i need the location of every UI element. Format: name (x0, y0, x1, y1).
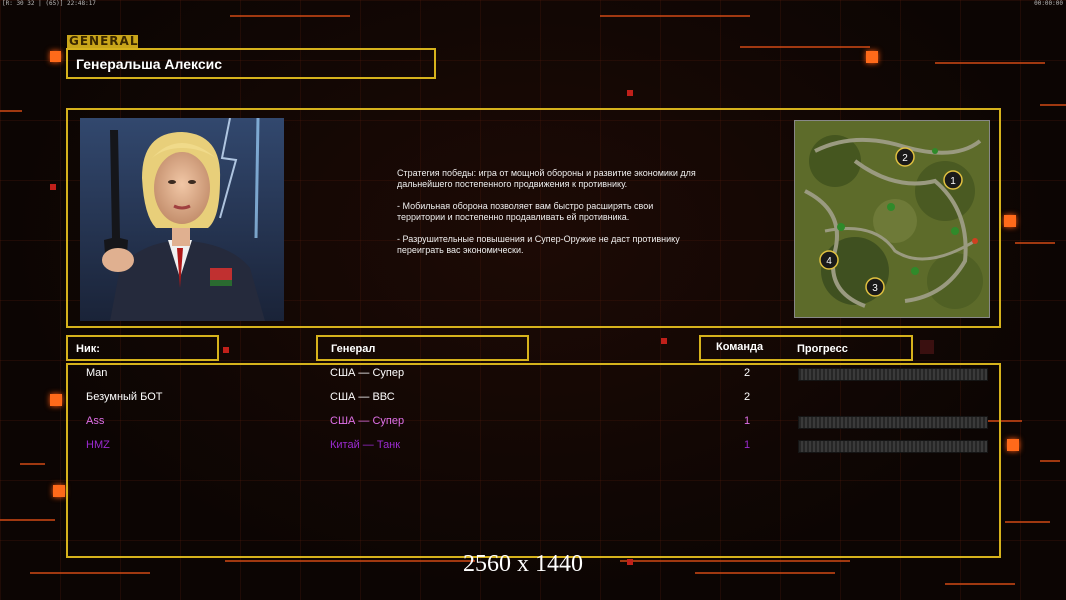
column-header-label: Прогресс (797, 343, 848, 355)
column-header-general: Генерал (316, 335, 529, 361)
minimap-marker: 1 (950, 176, 956, 187)
column-header-label: Команда (716, 341, 764, 353)
general-portrait (80, 118, 284, 321)
column-header-team: Команда Прогресс (699, 335, 913, 361)
deco-line (225, 560, 475, 562)
deco-line (935, 62, 1045, 64)
general-tag: GENERAL (67, 34, 139, 48)
minimap-marker: 2 (902, 153, 908, 164)
strategy-line: - Разрушительные повышения и Супер-Оружи… (397, 233, 680, 256)
player-nick: Ass (86, 415, 105, 427)
player-team: 1 (744, 439, 751, 451)
deco-square (661, 338, 667, 344)
column-header-label: Генерал (331, 343, 376, 355)
player-team: 2 (744, 391, 751, 403)
deco-square (53, 485, 65, 497)
general-name: Генеральша Алексис (76, 56, 223, 72)
deco-square (223, 347, 229, 353)
player-progress-bar (798, 368, 988, 381)
player-team: 1 (744, 415, 751, 427)
deco-line (20, 463, 45, 465)
player-nick: Безумный БОТ (86, 391, 163, 403)
column-header-label: Ник: (76, 343, 100, 355)
deco-square (920, 340, 934, 354)
status-text-left: [R: 30 32 | (65)] 22:48:17 (2, 0, 96, 7)
deco-square (50, 184, 56, 190)
player-progress-bar (798, 440, 988, 453)
deco-square (1004, 215, 1016, 227)
player-team: 2 (744, 367, 751, 379)
player-row: Man США — Супер 2 (0, 367, 1066, 387)
deco-line (695, 572, 835, 574)
deco-line (0, 110, 22, 112)
deco-line (1005, 521, 1050, 523)
status-text-right: 00:00:00 (1034, 0, 1063, 7)
strategy-line: Стратегия победы: игра от мощной обороны… (397, 168, 696, 190)
general-name-panel: Генеральша Алексис (66, 48, 436, 79)
minimap[interactable]: 1 2 3 4 (794, 120, 990, 318)
deco-line (945, 583, 1015, 585)
player-general: США — Супер (330, 367, 405, 379)
player-row: Безумный БОТ США — ВВС 2 (0, 391, 1066, 411)
player-general: США — ВВС (330, 391, 395, 403)
deco-line (600, 15, 750, 17)
player-row: HMZ Китай — Танк 1 (0, 439, 1066, 459)
player-nick: HMZ (86, 439, 110, 451)
deco-line (30, 572, 150, 574)
player-general: США — Супер (330, 415, 405, 427)
deco-line (740, 46, 870, 48)
column-header-nick: Ник: (66, 335, 219, 361)
deco-square (627, 559, 633, 565)
deco-line (230, 15, 350, 17)
player-progress-bar (798, 416, 988, 429)
deco-line (0, 519, 55, 521)
strategy-description: Стратегия победы: игра от мощной обороны… (397, 168, 697, 266)
deco-line (620, 560, 850, 562)
deco-line (1015, 242, 1055, 244)
minimap-marker: 4 (826, 256, 832, 267)
resolution-watermark: 2560 x 1440 (463, 551, 583, 577)
player-nick: Man (86, 367, 108, 379)
deco-square (627, 90, 633, 96)
deco-square (866, 51, 878, 63)
player-general: Китай — Танк (330, 439, 401, 451)
deco-line (1040, 460, 1060, 462)
deco-square (50, 51, 61, 62)
strategy-line: - Мобильная оборона позволяет вам быстро… (397, 200, 654, 223)
deco-line (1040, 104, 1066, 106)
player-row: Ass США — Супер 1 (0, 415, 1066, 435)
minimap-marker: 3 (872, 283, 878, 294)
